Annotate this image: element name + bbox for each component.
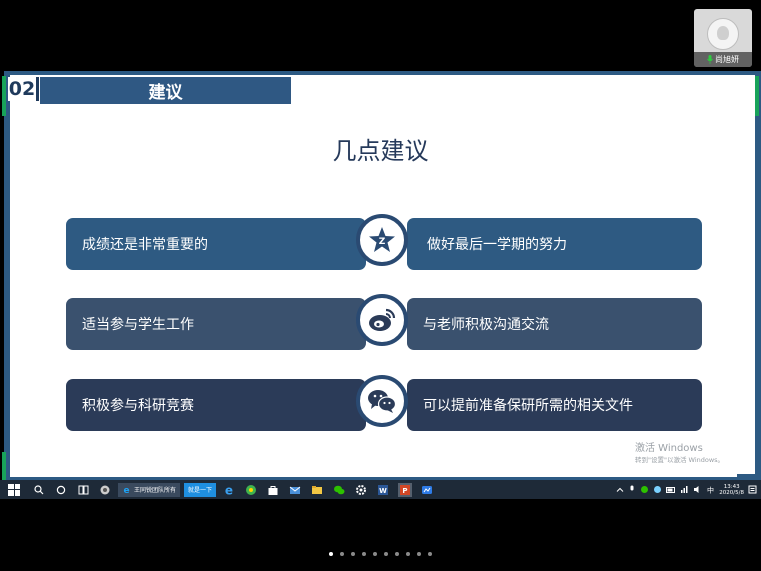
watermark-subtitle: 转到"设置"以激活 Windows。 [635, 456, 725, 464]
svg-text:e: e [225, 484, 233, 496]
tray-wechat-icon[interactable] [640, 485, 649, 494]
participant-name: 尚旭妍 [715, 55, 739, 64]
slide-side-marker [2, 76, 6, 116]
gear-flower-icon[interactable] [98, 483, 112, 497]
suggestion-right-3: 可以提前准备保研所需的相关文件 [407, 379, 702, 431]
pager-dot[interactable] [351, 552, 355, 556]
pager-dot[interactable] [373, 552, 377, 556]
pager-dot[interactable] [384, 552, 388, 556]
mail-icon[interactable] [288, 483, 302, 497]
ime-icon[interactable]: 中 [706, 485, 715, 495]
start-button[interactable] [8, 483, 20, 496]
cortana-icon[interactable] [54, 483, 68, 497]
svg-text:P: P [402, 487, 407, 495]
taskbar-active-app[interactable]: 就是一下 [184, 482, 217, 497]
participant-name-bar: 尚旭妍 [694, 52, 752, 67]
system-tray: 中 13:43 2020/5/8 [616, 484, 761, 496]
watermark-title: 激活 Windows [635, 443, 703, 454]
taskbar-ie-window-label: 王同锐团队所有 [134, 487, 177, 494]
task-view-icon[interactable] [76, 483, 90, 497]
ie-icon: e [123, 486, 129, 494]
svg-text:Z: Z [379, 237, 386, 247]
clock-date: 2020/5/8 [719, 489, 744, 496]
row-icon-circle-1: Z [356, 214, 408, 266]
participant-avatar [707, 18, 739, 50]
svg-text:e: e [123, 486, 129, 494]
participant-video-tile[interactable]: 尚旭妍 [694, 9, 752, 67]
taskbar-active-app-label: 就是一下 [188, 487, 213, 494]
store-icon[interactable] [266, 483, 280, 497]
row-icon-circle-3 [356, 375, 408, 427]
tray-cloud-icon[interactable] [653, 485, 662, 494]
suggestion-left-3: 积极参与科研竞赛 [66, 379, 366, 431]
windows-taskbar: e 王同锐团队所有 就是一下 e W P 中 13:43 2020/5/8 [0, 480, 761, 499]
activation-watermark: 激活 Windows 转到"设置"以激活 Windows。 [635, 439, 724, 464]
svg-text:中: 中 [707, 486, 714, 495]
suggestion-left-2: 适当参与学生工作 [66, 298, 366, 350]
suggestion-right-2: 与老师积极沟通交流 [407, 298, 702, 350]
star-badge-icon: Z [369, 227, 395, 252]
slide-side-marker [755, 76, 759, 116]
word-icon[interactable]: W [376, 483, 390, 497]
tray-mic-icon[interactable] [628, 485, 636, 494]
pager-dot[interactable] [362, 552, 366, 556]
settings-icon[interactable] [354, 483, 368, 497]
notification-icon[interactable] [748, 485, 757, 494]
browser-360-icon[interactable] [244, 483, 258, 497]
pager-dot[interactable] [329, 552, 333, 556]
system-clock[interactable]: 13:43 2020/5/8 [719, 484, 744, 496]
suggestion-left-1: 成绩还是非常重要的 [66, 218, 366, 270]
folder-icon[interactable] [310, 483, 324, 497]
edge-icon[interactable]: e [222, 483, 236, 497]
section-title: 建议 [40, 77, 291, 104]
pager-dot[interactable] [406, 552, 410, 556]
slide-pager [0, 552, 761, 558]
slide-heading: 几点建议 [332, 137, 429, 165]
chevron-up-icon[interactable] [616, 486, 624, 494]
row-icon-circle-2 [356, 294, 408, 346]
weibo-icon [369, 308, 396, 331]
volume-icon[interactable] [693, 485, 702, 494]
search-icon[interactable] [32, 483, 46, 497]
pager-dot[interactable] [428, 552, 432, 556]
wechat-icon [368, 390, 397, 413]
network-icon[interactable] [680, 485, 689, 494]
pager-dot[interactable] [395, 552, 399, 556]
taskbar-ie-window[interactable]: e 王同锐团队所有 [118, 482, 181, 497]
meeting-app-icon[interactable] [420, 483, 434, 497]
slide-side-marker [2, 452, 6, 482]
pager-dot[interactable] [417, 552, 421, 556]
battery-icon[interactable] [666, 486, 676, 494]
suggestion-right-1: 做好最后一学期的努力 [407, 218, 702, 270]
svg-text:W: W [379, 487, 387, 495]
section-number: 02 [8, 77, 39, 101]
wechat-taskbar-icon[interactable] [332, 483, 346, 497]
powerpoint-icon[interactable]: P [398, 482, 413, 497]
mic-icon [707, 55, 713, 64]
pager-dot[interactable] [340, 552, 344, 556]
